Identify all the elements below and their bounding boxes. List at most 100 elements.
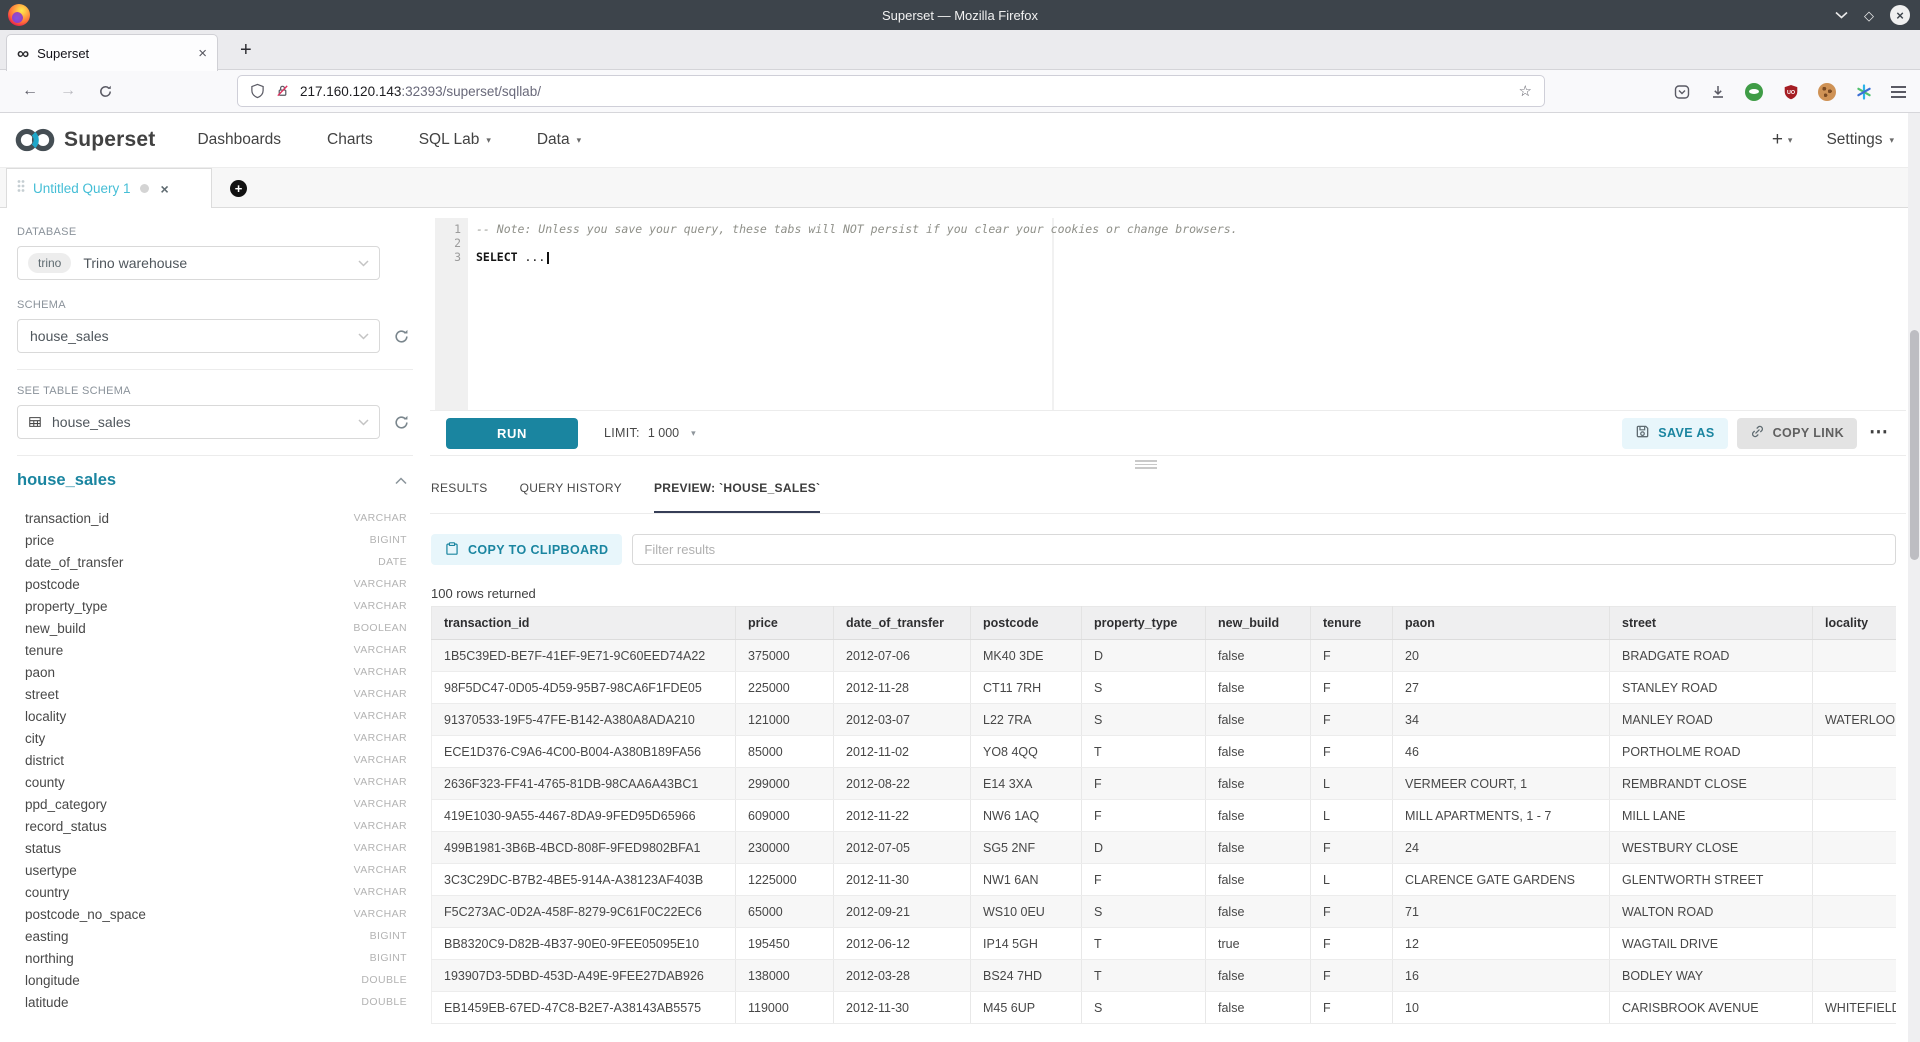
column-list-item[interactable]: usertype VARCHAR	[17, 859, 415, 881]
forward-button[interactable]: →	[60, 82, 76, 100]
cell-price: 299000	[736, 768, 834, 800]
scrollbar-thumb[interactable]	[1910, 330, 1919, 560]
superset-brand-text[interactable]: Superset	[64, 128, 155, 152]
maximize-icon[interactable]: ◇	[1864, 9, 1874, 22]
nav-sql-lab[interactable]: SQL Lab▾	[419, 131, 491, 149]
tab-preview-house-sales[interactable]: PREVIEW: `HOUSE_SALES`	[654, 476, 820, 513]
drag-handle-icon[interactable]	[17, 179, 25, 198]
tab-close-icon[interactable]: ×	[198, 45, 207, 62]
column-list-item[interactable]: ppd_category VARCHAR	[17, 793, 415, 815]
column-list-item[interactable]: latitude DOUBLE	[17, 991, 415, 1013]
column-header[interactable]: tenure	[1311, 607, 1393, 640]
column-list-item[interactable]: postcode VARCHAR	[17, 573, 415, 595]
table-row[interactable]: EB1459EB-67ED-47C8-B2E7-A38143AB5575 119…	[432, 992, 1897, 1024]
table-row[interactable]: 98F5DC47-0D05-4D59-95B7-98CA6F1FDE05 225…	[432, 672, 1897, 704]
tab-results[interactable]: RESULTS	[431, 476, 488, 513]
column-list-item[interactable]: date_of_transfer DATE	[17, 551, 415, 573]
database-select[interactable]: trino Trino warehouse	[17, 246, 380, 280]
table-row[interactable]: 3C3C29DC-B7B2-4BE5-914A-A38123AF403B 122…	[432, 864, 1897, 896]
ublock-shield-icon[interactable]: UO	[1782, 83, 1799, 100]
table-row[interactable]: ECE1D376-C9A6-4C00-B004-A380B189FA56 850…	[432, 736, 1897, 768]
column-header[interactable]: date_of_transfer	[834, 607, 971, 640]
column-list-item[interactable]: new_build BOOLEAN	[17, 617, 415, 639]
table-select[interactable]: house_sales	[17, 405, 380, 439]
browser-tab[interactable]: ∞ Superset ×	[6, 34, 218, 71]
column-list-item[interactable]: tenure VARCHAR	[17, 639, 415, 661]
limit-dropdown[interactable]: LIMIT: 1 000 ▾	[604, 426, 696, 440]
cookie-extension-icon[interactable]	[1818, 83, 1836, 101]
editor-code[interactable]: -- Note: Unless you save your query, the…	[468, 218, 1906, 410]
column-list-item[interactable]: street VARCHAR	[17, 683, 415, 705]
column-list-item[interactable]: paon VARCHAR	[17, 661, 415, 683]
asterisk-extension-icon[interactable]	[1855, 83, 1872, 100]
pocket-icon[interactable]	[1673, 83, 1690, 100]
copy-to-clipboard-button[interactable]: COPY TO CLIPBOARD	[431, 534, 622, 565]
table-row[interactable]: 499B1981-3B6B-4BCD-808F-9FED9802BFA1 230…	[432, 832, 1897, 864]
column-header[interactable]: new_build	[1206, 607, 1311, 640]
column-list-item[interactable]: property_type VARCHAR	[17, 595, 415, 617]
privacy-mask-extension-icon[interactable]	[1745, 83, 1763, 101]
settings-menu[interactable]: Settings▾	[1826, 131, 1894, 149]
sql-editor[interactable]: 1 2 3 -- Note: Unless you save your quer…	[435, 218, 1906, 410]
column-list-item[interactable]: price BIGINT	[17, 529, 415, 551]
table-row[interactable]: 193907D3-5DBD-453D-A49E-9FEE27DAB926 138…	[432, 960, 1897, 992]
superset-logo-icon[interactable]	[14, 127, 56, 153]
nav-data[interactable]: Data▾	[537, 131, 581, 149]
table-row[interactable]: F5C273AC-0D2A-458F-8279-9C61F0C22EC6 650…	[432, 896, 1897, 928]
column-header[interactable]: locality	[1813, 607, 1897, 640]
refresh-tables-icon[interactable]	[393, 414, 410, 431]
table-row[interactable]: 1B5C39ED-BE7F-41EF-9E71-9C60EED74A22 375…	[432, 640, 1897, 672]
column-list-item[interactable]: record_status VARCHAR	[17, 815, 415, 837]
table-row[interactable]: 2636F323-FF41-4765-81DB-98CAA6A43BC1 299…	[432, 768, 1897, 800]
new-query-tab-button[interactable]: +	[230, 180, 247, 197]
hamburger-menu-icon[interactable]	[1891, 86, 1906, 98]
url-bar[interactable]: 217.160.120.143:32393/superset/sqllab/ ☆	[237, 75, 1545, 107]
column-list-item[interactable]: district VARCHAR	[17, 749, 415, 771]
query-tab-close-icon[interactable]: ×	[161, 181, 169, 197]
query-tab-active[interactable]: Untitled Query 1 ×	[6, 168, 212, 208]
bookmark-star-icon[interactable]: ☆	[1519, 82, 1532, 100]
minimize-icon[interactable]	[1835, 11, 1848, 19]
refresh-schemas-icon[interactable]	[393, 328, 410, 345]
pane-resize-handle[interactable]	[1135, 460, 1157, 469]
column-header[interactable]: paon	[1393, 607, 1610, 640]
chevron-up-icon[interactable]	[395, 477, 407, 485]
column-list-item[interactable]: city VARCHAR	[17, 727, 415, 749]
column-list-item[interactable]: longitude DOUBLE	[17, 969, 415, 991]
save-as-button[interactable]: SAVE AS	[1622, 418, 1727, 449]
table-row[interactable]: 91370533-19F5-47FE-B142-A380A8ADA210 121…	[432, 704, 1897, 736]
tracking-shield-icon[interactable]	[250, 83, 265, 99]
column-list-item[interactable]: transaction_id VARCHAR	[17, 507, 415, 529]
url-text[interactable]: 217.160.120.143:32393/superset/sqllab/	[300, 84, 1519, 99]
column-list-item[interactable]: northing BIGINT	[17, 947, 415, 969]
table-schema-name[interactable]: house_sales	[17, 471, 116, 490]
download-icon[interactable]	[1709, 83, 1726, 100]
reload-button[interactable]	[98, 84, 113, 99]
run-button[interactable]: RUN	[446, 418, 578, 449]
column-header[interactable]: street	[1610, 607, 1813, 640]
column-list-item[interactable]: locality VARCHAR	[17, 705, 415, 727]
column-header[interactable]: postcode	[971, 607, 1082, 640]
column-list-item[interactable]: status VARCHAR	[17, 837, 415, 859]
page-scrollbar[interactable]	[1908, 113, 1920, 1042]
back-button[interactable]: ←	[22, 82, 38, 100]
new-tab-button[interactable]: +	[240, 38, 252, 62]
insecure-lock-icon[interactable]	[275, 83, 290, 99]
new-item-menu[interactable]: +▾	[1772, 129, 1793, 151]
column-header[interactable]: property_type	[1082, 607, 1206, 640]
column-list-item[interactable]: country VARCHAR	[17, 881, 415, 903]
nav-charts[interactable]: Charts	[327, 131, 373, 149]
column-header[interactable]: transaction_id	[432, 607, 736, 640]
column-list-item[interactable]: county VARCHAR	[17, 771, 415, 793]
column-list-item[interactable]: postcode_no_space VARCHAR	[17, 903, 415, 925]
filter-results-input[interactable]	[632, 534, 1896, 565]
table-row[interactable]: BB8320C9-D82B-4B37-90E0-9FEE05095E10 195…	[432, 928, 1897, 960]
schema-select[interactable]: house_sales	[17, 319, 380, 353]
nav-dashboards[interactable]: Dashboards	[197, 131, 281, 149]
column-list-item[interactable]: easting BIGINT	[17, 925, 415, 947]
copy-link-button[interactable]: COPY LINK	[1737, 418, 1857, 449]
table-row[interactable]: 419E1030-9A55-4467-8DA9-9FED95D65966 609…	[432, 800, 1897, 832]
tab-query-history[interactable]: QUERY HISTORY	[520, 476, 622, 513]
column-header[interactable]: price	[736, 607, 834, 640]
window-close-icon[interactable]: ×	[1890, 5, 1910, 25]
